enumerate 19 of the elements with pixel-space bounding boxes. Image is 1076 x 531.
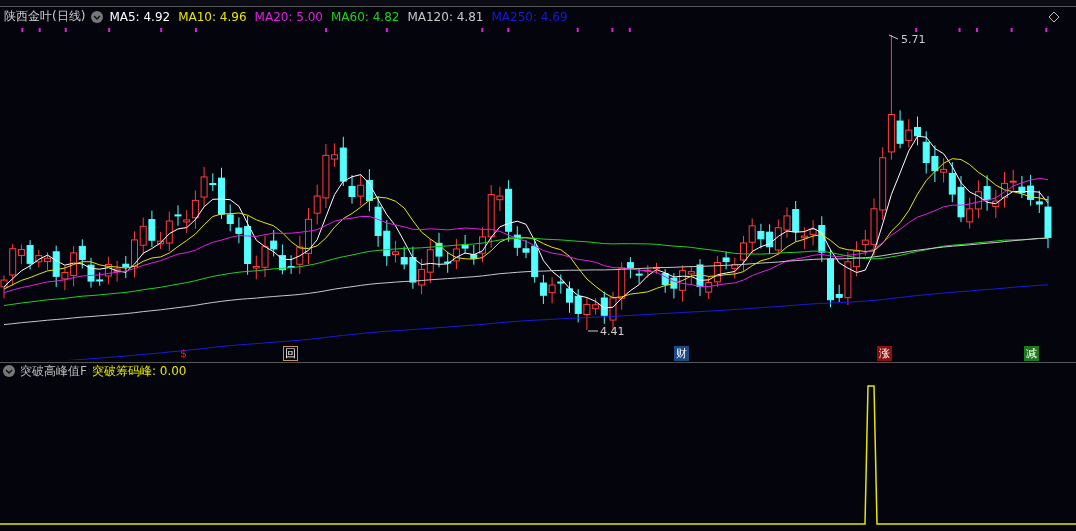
event-marker[interactable]: 财: [674, 346, 689, 361]
chevron-down-icon[interactable]: [3, 365, 15, 377]
moving-average-label: MA20: 5.00: [254, 9, 323, 24]
event-marker[interactable]: 回: [283, 346, 298, 361]
moving-average-label: MA5: 4.92: [109, 9, 171, 24]
indicator-value: 突破筹码峰: 0.00: [91, 362, 187, 380]
event-marker[interactable]: 减: [1024, 346, 1039, 361]
moving-average-label: MA60: 4.82: [331, 9, 400, 24]
chart-title: 陕西金叶(日线): [4, 8, 86, 25]
chevron-down-icon[interactable]: [91, 10, 104, 23]
low-price-label: 4.41: [587, 325, 625, 338]
moving-average-label: MA120: 4.81: [407, 9, 484, 24]
event-marker[interactable]: 涨: [877, 346, 892, 361]
event-marker[interactable]: $: [178, 346, 189, 361]
moving-average-label: MA250: 4.69: [491, 9, 568, 24]
moving-average-label: MA10: 4.96: [178, 9, 247, 24]
high-price-label: 5.71: [888, 33, 926, 46]
indicator-name: 突破高峰值F: [20, 362, 87, 380]
diamond-icon[interactable]: [1048, 10, 1060, 23]
